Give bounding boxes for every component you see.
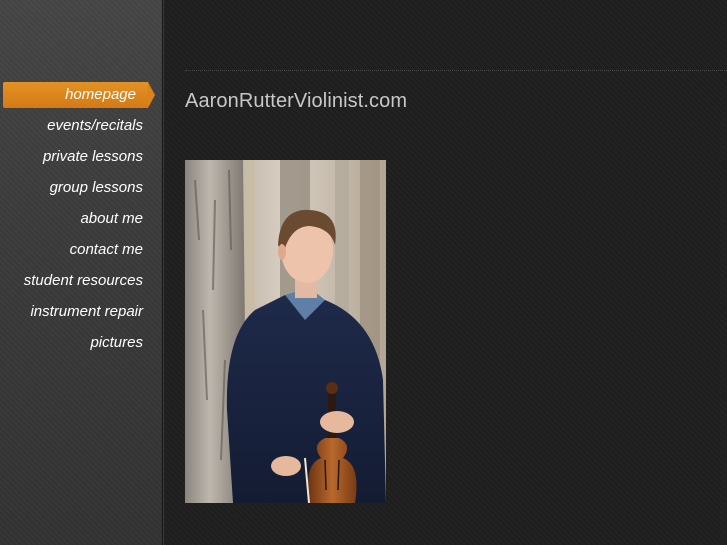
sidebar: homepage events/recitals private lessons… [0, 0, 163, 545]
nav-item-events-recitals[interactable]: events/recitals [0, 113, 162, 144]
nav-item-about-me[interactable]: about me [0, 206, 162, 237]
page: homepage events/recitals private lessons… [0, 0, 727, 545]
nav-item-homepage[interactable]: homepage [3, 82, 155, 108]
site-title: AaronRutterViolinist.com [185, 90, 408, 112]
main-nav: homepage events/recitals private lessons… [0, 82, 162, 361]
nav-item-pictures[interactable]: pictures [0, 330, 162, 361]
nav-item-instrument-repair[interactable]: instrument repair [0, 299, 162, 330]
violinist-photo [185, 160, 386, 503]
nav-item-contact-me[interactable]: contact me [0, 237, 162, 268]
header-divider [185, 70, 727, 71]
nav-item-group-lessons[interactable]: group lessons [0, 175, 162, 206]
nav-item-private-lessons[interactable]: private lessons [0, 144, 162, 175]
nav-item-student-resources[interactable]: student resources [0, 268, 162, 299]
